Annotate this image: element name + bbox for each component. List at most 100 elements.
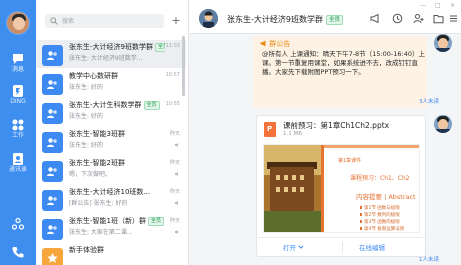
conversation-preview: [群公告] 张东生: 好的: [69, 200, 128, 207]
rail-item-contacts[interactable]: 通讯录: [0, 150, 36, 182]
rail-item-phone[interactable]: [0, 243, 36, 265]
minimize-button[interactable]: —: [420, 2, 426, 9]
slide-accent-stripe: [321, 145, 324, 232]
all-members-tag: 全员: [154, 43, 165, 52]
star-icon: [47, 253, 58, 263]
megaphone-icon: [260, 40, 266, 47]
conversation-time: 10:55: [165, 101, 180, 107]
conversation-item[interactable]: 张东生-智能3班群 昨天 张东生: 好的: [36, 127, 186, 155]
group-avatar: [42, 161, 63, 182]
list-scrollbar[interactable]: [182, 36, 185, 96]
conversation-item[interactable]: 张东生-大计生科数学群 全员 10:55 张东生: 好的: [36, 98, 186, 126]
group-avatar: [42, 74, 63, 95]
ding-icon: [13, 85, 23, 97]
announcement-text: @所有人 上课通知：晴天下午7-8节（15:00-16:40）上课。第一节重复用…: [262, 50, 425, 76]
rail-label-work: 工作: [11, 132, 24, 139]
settings-icon: [11, 217, 25, 230]
conversation-preview: 张东生: 好的: [69, 113, 103, 120]
bullet: [360, 213, 362, 216]
conversation-title: 张东生-大计生科数学群 全员: [69, 100, 165, 110]
slide-toc-item: 第4节 极限运算法则: [364, 227, 405, 232]
group-avatar[interactable]: [199, 9, 218, 28]
file-card[interactable]: P 课前预习：第1章Ch1Ch2.pptx 1.1 MB 第1章课件 课程预习：…: [256, 115, 426, 257]
rail-item-work[interactable]: 工作: [0, 116, 36, 148]
left-rail: 消息 DING 工作 通讯录: [0, 0, 36, 265]
conversation-item[interactable]: 张东生-大计经济10班数... 昨天 [群公告] 张东生: 好的: [36, 185, 186, 213]
phone-icon: [12, 247, 24, 258]
all-members-tag: 全员: [147, 217, 164, 226]
search-box[interactable]: [45, 14, 164, 28]
group-icon: [47, 138, 57, 147]
announcement-bubble[interactable]: 群公告 @所有人 上课通知：晴天下午7-8节（15:00-16:40）上课。第一…: [253, 36, 427, 108]
chat-panel: 张东生-大计经济9班数学群 全员 — □ × 群公告 @所有人 上课通知：晴天下午…: [189, 0, 461, 265]
conversation-item[interactable]: 张东生-大计经济9班数学群全员 11:03 张东生: 大计经济9班数学...: [36, 40, 186, 68]
conversation-time: 10:57: [165, 72, 180, 78]
all-members-tag: 全员: [325, 15, 343, 25]
self-avatar[interactable]: [434, 34, 452, 52]
chat-title: 张东生-大计经济9班数学群 全员: [227, 14, 343, 25]
divider: [342, 242, 343, 253]
group-icon: [47, 196, 57, 205]
user-avatar[interactable]: [6, 11, 30, 35]
group-icon: [47, 109, 57, 118]
rail-label-messages: 消息: [11, 66, 24, 73]
group-icon: [47, 80, 57, 89]
conversation-time: 11:03: [165, 43, 180, 49]
slide-toc-item: 第3节 函数的极限: [364, 220, 400, 225]
rail-item-ding[interactable]: DING: [0, 82, 36, 114]
conversation-title: 新手体验群: [69, 246, 104, 254]
conversation-item[interactable]: 张东生-智能1班（新）群 全员 昨天 张东生: 大家在第二课...: [36, 214, 186, 242]
group-avatar: [42, 248, 63, 265]
profile-photo-icon: [199, 9, 218, 28]
add-member-icon[interactable]: [413, 13, 424, 24]
add-button[interactable]: +: [169, 13, 183, 29]
close-button[interactable]: ×: [450, 2, 455, 9]
file-size: 1.1 MB: [283, 131, 303, 137]
slide-toc-title: 内容提要 | Abstract: [356, 193, 416, 201]
rail-label-contacts: 通讯录: [8, 166, 27, 173]
group-avatar: [42, 132, 63, 153]
conversation-time: 昨天: [169, 218, 180, 224]
group-avatar: [42, 219, 63, 240]
group-avatar: [42, 103, 63, 124]
chat-icon: [13, 54, 23, 64]
conversation-title: 张东生-智能1班（新）群 全员: [69, 216, 165, 226]
conversation-title: 张东生-智能2班群: [69, 159, 125, 167]
conversation-title: 教学中心数研群: [69, 72, 118, 80]
conversation-preview: 张东生: 好的: [69, 142, 103, 149]
online-edit-button[interactable]: 在线编辑: [359, 242, 385, 252]
rail-item-messages[interactable]: 消息: [0, 50, 36, 82]
self-avatar[interactable]: [434, 115, 452, 133]
conversation-list: + 张东生-大计经济9班数学群全员 11:03 张东生: 大计经济9班数学...…: [36, 0, 189, 265]
slide-preview[interactable]: 第1章课件 课程预习：Ch1、Ch2 内容提要 | Abstract 第1节 函…: [263, 144, 420, 233]
group-icon: [47, 51, 57, 60]
chevron-down-icon: [298, 245, 304, 249]
open-file-button[interactable]: 打开: [283, 242, 304, 252]
search-icon: [50, 17, 58, 25]
campus-photo: [264, 145, 321, 232]
search-input[interactable]: [62, 15, 158, 27]
unread-count[interactable]: 3人未读: [419, 97, 439, 105]
mute-icon: [175, 230, 178, 234]
slide-toc-item: 第1节 函数与极限: [364, 206, 400, 211]
folder-icon[interactable]: [433, 13, 444, 24]
mute-icon: [175, 172, 178, 176]
conversation-preview: 张东生: 好的: [69, 84, 103, 91]
conversation-item[interactable]: 新手体验群: [36, 243, 186, 265]
slide-lesson-title: 课程预习：Ch1、Ch2: [350, 175, 410, 182]
group-avatar: [42, 45, 63, 66]
conversation-time: 昨天: [169, 189, 180, 195]
unread-count[interactable]: 1人未读: [419, 255, 439, 263]
group-icon: [47, 225, 57, 234]
conversation-time: 昨天: [169, 131, 180, 137]
conversation-title: 张东生-智能3班群: [69, 130, 125, 138]
contacts-icon: [13, 153, 23, 165]
conversation-item[interactable]: 张东生-智能2班群 昨天 嗯，下次做吧。: [36, 156, 186, 184]
group-avatar: [42, 190, 63, 211]
maximize-button[interactable]: □: [435, 2, 441, 9]
work-grid-icon: [12, 119, 24, 131]
clock-icon[interactable]: [392, 13, 403, 24]
megaphone-icon[interactable]: [370, 13, 381, 24]
conversation-item[interactable]: 教学中心数研群 10:57 张东生: 好的: [36, 69, 186, 97]
more-menu-icon[interactable]: [448, 13, 459, 24]
